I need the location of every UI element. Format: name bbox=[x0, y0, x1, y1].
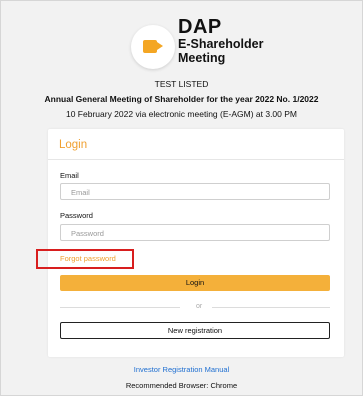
password-field[interactable]: Password bbox=[60, 224, 330, 241]
password-placeholder: Password bbox=[71, 229, 104, 238]
logo-text: DAP E-Shareholder Meeting bbox=[178, 17, 263, 65]
card-divider bbox=[48, 159, 344, 160]
or-text: or bbox=[196, 303, 203, 310]
logo-line-3: Meeting bbox=[178, 51, 226, 65]
meeting-title: Annual General Meeting of Shareholder fo… bbox=[44, 94, 319, 104]
video-camera-icon bbox=[131, 25, 175, 69]
investor-manual-link[interactable]: Investor Registration Manual bbox=[1, 365, 362, 374]
email-placeholder: Email bbox=[71, 188, 90, 197]
logo-line-2: E-Shareholder bbox=[178, 37, 264, 51]
highlight-box bbox=[36, 249, 134, 269]
password-label: Password bbox=[60, 211, 93, 220]
meeting-date: 10 February 2022 via electronic meeting … bbox=[65, 109, 298, 119]
dap-logo: DAP E-Shareholder Meeting bbox=[131, 15, 291, 71]
login-button[interactable]: Login bbox=[60, 275, 330, 291]
or-divider-left bbox=[60, 307, 180, 308]
or-divider-right bbox=[212, 307, 330, 308]
page-frame: DAP E-Shareholder Meeting TEST LISTED An… bbox=[0, 0, 363, 396]
company-name: TEST LISTED bbox=[154, 79, 209, 89]
logo-line-1: DAP bbox=[178, 16, 222, 38]
browser-note: Recommended Browser: Chrome bbox=[125, 381, 238, 390]
new-registration-button[interactable]: New registration bbox=[60, 322, 330, 339]
login-title: Login bbox=[59, 139, 88, 151]
email-field[interactable]: Email bbox=[60, 183, 330, 200]
login-card: Login Email Email Password Password Forg… bbox=[36, 129, 344, 357]
email-label: Email bbox=[60, 171, 79, 180]
